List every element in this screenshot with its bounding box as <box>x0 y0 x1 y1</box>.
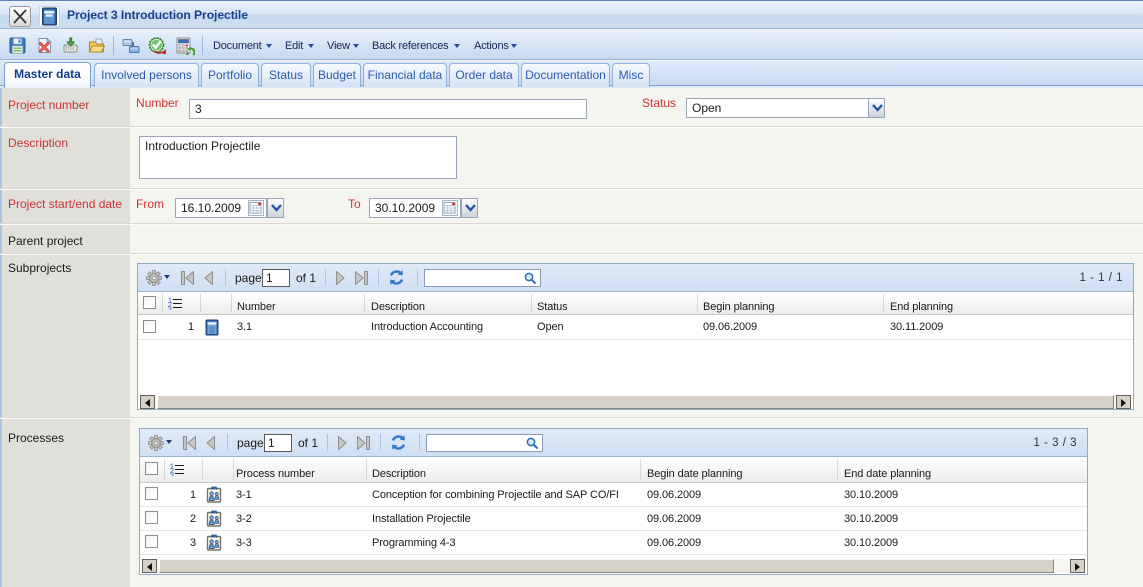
svg-text:3: 3 <box>170 473 174 477</box>
svg-text:3: 3 <box>168 307 172 311</box>
